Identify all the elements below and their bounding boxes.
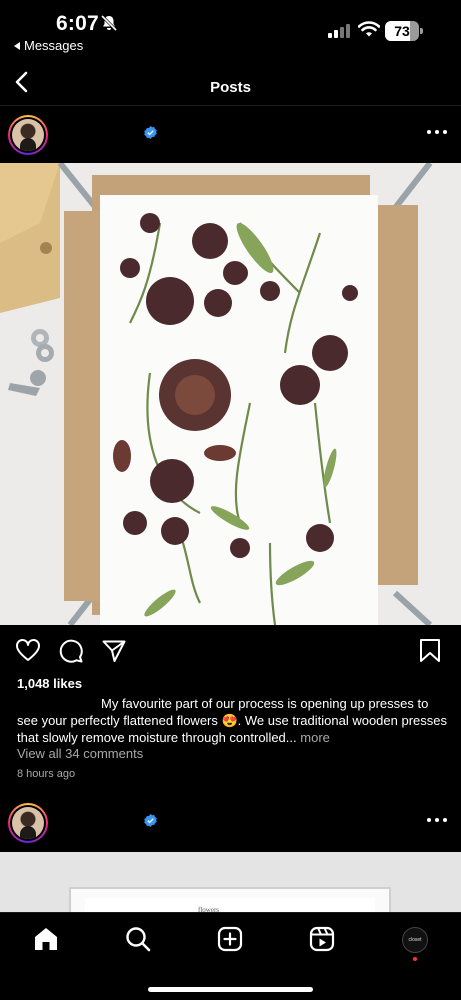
status-time: 6:07 — [56, 12, 99, 35]
profile-tab-label: closet — [408, 937, 422, 943]
back-to-messages-link[interactable]: Messages — [14, 38, 83, 53]
share-icon[interactable] — [101, 638, 127, 664]
caption-more-link[interactable]: more — [300, 730, 330, 745]
back-app-label: Messages — [24, 38, 84, 53]
search-icon[interactable] — [124, 925, 152, 953]
framed-flowers-photo: flowers — [0, 852, 461, 912]
wifi-icon — [358, 21, 380, 37]
home-icon[interactable] — [32, 925, 60, 953]
page-title: Posts — [210, 79, 251, 96]
top-header: Posts — [0, 58, 461, 106]
profile-tab[interactable]: closet — [402, 927, 428, 953]
post-timestamp: 8 hours ago — [17, 768, 76, 780]
post-image[interactable]: flowers — [0, 852, 461, 912]
battery-level: 73 — [394, 23, 410, 39]
verified-icon — [144, 126, 157, 139]
signal-icon — [328, 24, 350, 38]
notification-dot — [413, 957, 417, 961]
reels-icon[interactable] — [308, 925, 336, 953]
avatar[interactable] — [8, 803, 48, 843]
back-triangle-icon — [14, 41, 20, 50]
more-icon[interactable] — [426, 817, 448, 823]
battery-indicator: 73 — [385, 21, 423, 41]
more-icon[interactable] — [426, 129, 448, 135]
view-comments-link[interactable]: View all 34 comments — [17, 746, 143, 761]
post-actions — [0, 632, 461, 672]
create-icon[interactable] — [216, 925, 244, 953]
verified-icon — [144, 814, 157, 827]
heart-icon[interactable] — [15, 638, 41, 664]
pressed-flowers-photo — [0, 163, 461, 625]
status-bar: 6:07 Messages 73 — [0, 0, 461, 58]
home-indicator[interactable] — [148, 987, 313, 992]
avatar[interactable] — [8, 115, 48, 155]
post-header — [0, 795, 461, 851]
comment-icon[interactable] — [58, 638, 84, 664]
caption-text: My favourite part of our process is open… — [17, 696, 447, 745]
bookmark-icon[interactable] — [418, 638, 442, 664]
post-caption: My favourite part of our process is open… — [17, 695, 449, 746]
post-image[interactable] — [0, 163, 461, 625]
likes-count[interactable]: 1,048 likes — [17, 676, 82, 691]
bell-slash-icon — [100, 14, 118, 32]
post-header — [0, 107, 461, 163]
